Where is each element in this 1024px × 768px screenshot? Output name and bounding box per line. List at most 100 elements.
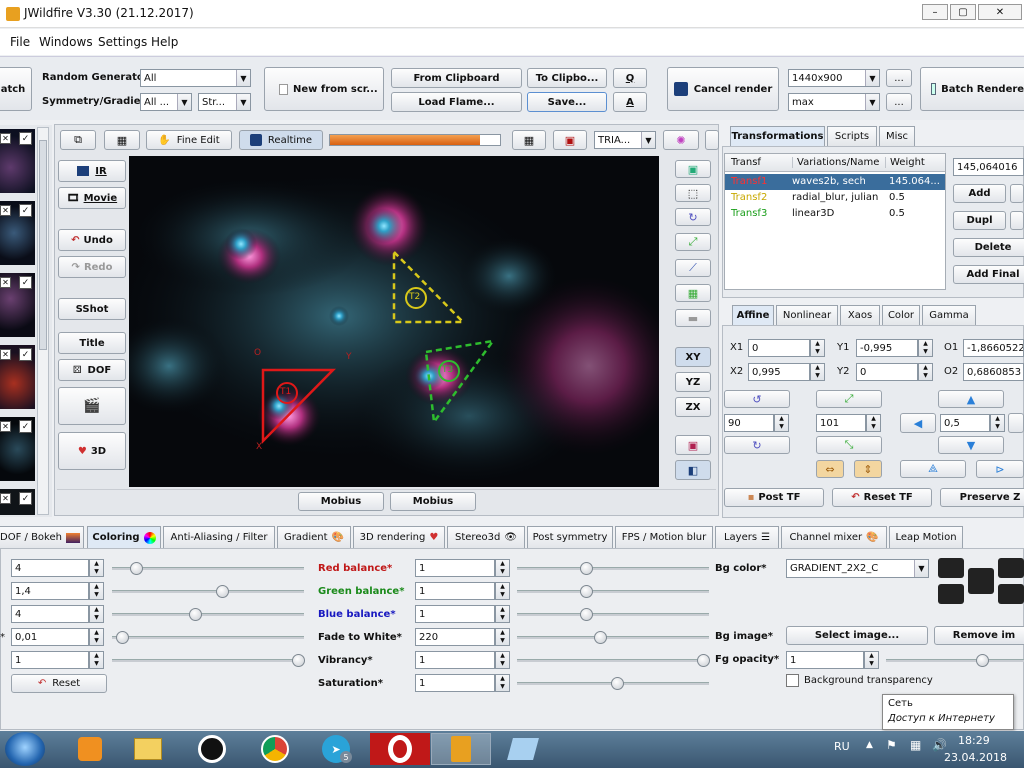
quality-more-button[interactable]: ...: [886, 93, 912, 111]
left-value-field[interactable]: 1: [11, 651, 89, 669]
checkbox[interactable]: ✓: [19, 348, 32, 361]
checkbox[interactable]: ✓: [19, 276, 32, 289]
tab-nonlinear[interactable]: Nonlinear: [776, 305, 838, 325]
y1-spinner[interactable]: ▲ ▼: [918, 339, 933, 357]
yz-button[interactable]: YZ: [675, 372, 711, 392]
menu-help[interactable]: Help: [151, 35, 178, 49]
move-up-icon[interactable]: ▲: [938, 390, 1004, 408]
add-linked-button[interactable]: [1010, 184, 1024, 203]
grid-snap-icon[interactable]: ▦: [675, 284, 711, 302]
scale-icon[interactable]: ⤢: [675, 233, 711, 251]
realtime-toggle[interactable]: Realtime: [239, 130, 323, 150]
java-icon[interactable]: [431, 733, 491, 765]
menu-file[interactable]: File: [10, 35, 30, 49]
move-spinner[interactable]: ▲ ▼: [990, 414, 1005, 432]
o2-field[interactable]: 0,6860853: [963, 363, 1024, 381]
symmetry-select[interactable]: All ... ▼: [140, 93, 192, 111]
close-icon[interactable]: ✕: [0, 133, 11, 144]
mirror-icon[interactable]: ⟁: [900, 460, 966, 478]
post-tf-button[interactable]: ▪ Post TF: [724, 488, 824, 507]
rotate-right-icon[interactable]: ↻: [724, 436, 790, 454]
bg-color-select[interactable]: GRADIENT_2X2_C ▼: [786, 559, 929, 578]
close-icon[interactable]: ✕: [0, 493, 11, 504]
x2-spinner[interactable]: ▲ ▼: [810, 363, 825, 381]
zx-button[interactable]: ZX: [675, 397, 711, 417]
color-wheel-icon[interactable]: ✺: [663, 130, 699, 150]
network-icon[interactable]: ▦: [910, 738, 921, 752]
coloring-param-spinner[interactable]: ▲ ▼: [495, 582, 510, 600]
telegram-icon[interactable]: ➤ 5: [306, 733, 366, 765]
left-value-spinner[interactable]: ▲ ▼: [89, 559, 104, 577]
tab-stereo3d[interactable]: Stereo3d 👁: [447, 526, 525, 548]
coloring-param-slider[interactable]: [517, 631, 709, 644]
coloring-param-spinner[interactable]: ▲ ▼: [495, 651, 510, 669]
coloring-param-slider[interactable]: [517, 608, 709, 621]
grid-icon[interactable]: ▦: [512, 130, 546, 150]
minimize-button[interactable]: –: [922, 4, 948, 20]
x1-spinner[interactable]: ▲ ▼: [810, 339, 825, 357]
move-right-icon[interactable]: [1008, 413, 1024, 433]
rotate-amount-field[interactable]: 90: [724, 414, 774, 432]
3d-button[interactable]: ♥ 3D: [58, 432, 126, 470]
tab-transformations[interactable]: Transformations: [730, 126, 825, 146]
coloring-param-spinner[interactable]: ▲ ▼: [495, 674, 510, 692]
to-clipboard-button[interactable]: To Clipbo...: [527, 68, 607, 88]
slider-knob[interactable]: [976, 654, 989, 667]
shear-icon[interactable]: ⊳: [976, 460, 1024, 478]
tab-coloring[interactable]: Coloring: [87, 526, 161, 548]
cancel-render-button[interactable]: Cancel render: [667, 67, 779, 111]
media-player-icon[interactable]: [60, 733, 120, 765]
preserve-z-button[interactable]: Preserve Z: [940, 488, 1024, 507]
tab-3d-rendering[interactable]: 3D rendering ♥: [353, 526, 445, 548]
redo-button[interactable]: ↷ Redo: [58, 256, 126, 278]
slider-knob[interactable]: [130, 562, 143, 575]
resolution-more-button[interactable]: ...: [886, 69, 912, 87]
left-value-slider[interactable]: [112, 562, 304, 575]
fine-edit-button[interactable]: ✋ Fine Edit: [146, 130, 232, 150]
scale-spinner[interactable]: ▲ ▼: [866, 414, 881, 432]
tab-scripts[interactable]: Scripts: [827, 126, 877, 146]
rotate-left-icon[interactable]: ↺: [724, 390, 790, 408]
panda-app-icon[interactable]: [182, 733, 242, 765]
batch-button[interactable]: atch: [0, 67, 32, 111]
checkbox[interactable]: ✓: [19, 204, 32, 217]
scale-amount-field[interactable]: 101: [816, 414, 866, 432]
remove-image-button[interactable]: Remove im: [934, 626, 1024, 645]
coloring-param-slider[interactable]: [517, 677, 709, 690]
left-value-field[interactable]: 4: [11, 605, 89, 623]
tab-affine[interactable]: Affine: [732, 305, 774, 325]
sshot-button[interactable]: SShot: [58, 298, 126, 320]
table-row[interactable]: Transf3 linear3D 0.5: [725, 206, 945, 222]
image-export-icon[interactable]: ▣: [675, 435, 711, 455]
mobius-button-1[interactable]: Mobius: [298, 492, 384, 511]
polar-icon[interactable]: ⟋: [675, 259, 711, 277]
clock-time[interactable]: 18:29: [958, 734, 990, 747]
select-icon[interactable]: ⬚: [675, 184, 711, 202]
gradient-swatch-grid[interactable]: [938, 558, 1024, 606]
y1-field[interactable]: -0,995: [856, 339, 918, 357]
random-generator-select[interactable]: All ▼: [140, 69, 251, 87]
disabled-icon[interactable]: ▬: [675, 309, 711, 327]
start-button[interactable]: [5, 732, 45, 766]
file-explorer-icon[interactable]: [118, 733, 178, 765]
left-value-spinner[interactable]: ▲ ▼: [89, 582, 104, 600]
left-value-spinner[interactable]: ▲ ▼: [89, 651, 104, 669]
left-value-slider[interactable]: [112, 654, 305, 667]
delete-transform-button[interactable]: Delete: [953, 238, 1024, 257]
xy-button[interactable]: XY: [675, 347, 711, 367]
slider-knob[interactable]: [580, 562, 593, 575]
left-value-spinner[interactable]: ▲ ▼: [89, 628, 104, 646]
left-value-slider[interactable]: [112, 631, 304, 644]
move-down-icon[interactable]: ▼: [938, 436, 1004, 454]
close-icon[interactable]: ✕: [0, 205, 11, 216]
coloring-param-slider[interactable]: [517, 654, 710, 667]
thumbnail-scrollbar[interactable]: [37, 127, 49, 515]
reset-button[interactable]: ↶ Reset: [11, 674, 107, 693]
coloring-param-spinner[interactable]: ▲ ▼: [495, 628, 510, 646]
o1-field[interactable]: -1,8660522: [963, 339, 1024, 357]
scale-down-icon[interactable]: ⤡: [816, 436, 882, 454]
tab-xaos[interactable]: Xaos: [840, 305, 880, 325]
left-value-field[interactable]: 4: [11, 559, 89, 577]
table-row[interactable]: Transf2 radial_blur, julian 0.5: [725, 190, 945, 206]
opera-icon[interactable]: [370, 733, 430, 765]
